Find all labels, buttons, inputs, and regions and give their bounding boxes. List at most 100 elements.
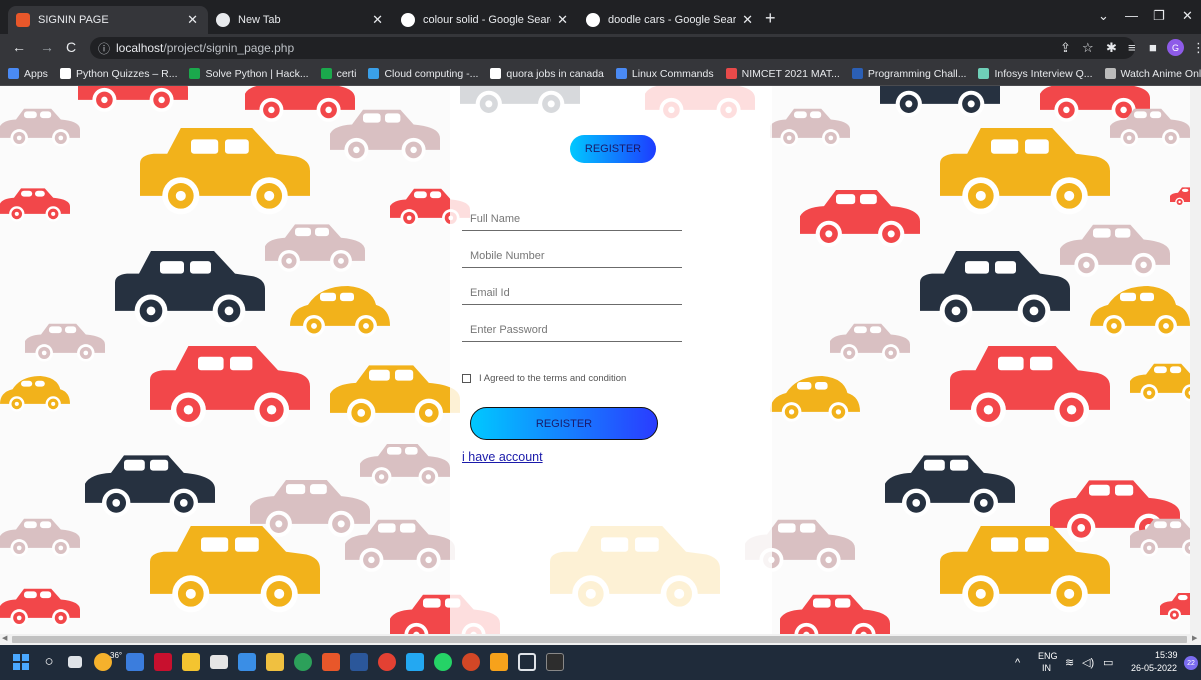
task-view-icon[interactable] <box>68 656 82 668</box>
full-name-input[interactable] <box>462 207 682 231</box>
register-tab-button[interactable]: REGISTER <box>570 135 656 163</box>
close-icon[interactable]: ✕ <box>742 12 753 28</box>
bookmark-item[interactable]: Cloud computing -... <box>368 68 478 80</box>
bookmark-label: Programming Chall... <box>867 67 967 80</box>
tab-title: doodle cars - Google Search <box>608 14 737 26</box>
info-icon[interactable]: ⓘ <box>98 40 110 57</box>
close-icon[interactable]: ✕ <box>187 12 198 28</box>
bookmark-item[interactable]: NIMCET 2021 MAT... <box>725 68 840 80</box>
email-input[interactable] <box>462 281 682 305</box>
minimize-icon[interactable]: — <box>1125 8 1138 23</box>
powerpoint-icon[interactable] <box>462 653 480 671</box>
car-illustration <box>920 251 1070 328</box>
password-input[interactable] <box>462 318 682 342</box>
profile-avatar[interactable]: G <box>1167 39 1184 56</box>
back-icon[interactable]: ← <box>12 39 26 55</box>
car-illustration <box>885 455 1015 518</box>
bookmark-item[interactable]: Linux Commands <box>615 68 714 80</box>
car-illustration <box>330 365 460 428</box>
wifi-icon[interactable]: ≋ <box>1065 656 1074 669</box>
bookmark-label: Apps <box>24 67 48 80</box>
word-icon[interactable] <box>350 653 368 671</box>
screen: SIGNIN PAGE ✕ New Tab ✕ colour solid - G… <box>0 0 1201 680</box>
tab-doodle-cars[interactable]: doodle cars - Google Search ✕ <box>578 6 763 34</box>
tray-chevron-icon[interactable]: ^ <box>1015 657 1020 669</box>
bookmark-favicon-icon <box>851 68 863 79</box>
bookmark-item[interactable]: Programming Chall... <box>851 67 967 80</box>
car-illustration <box>800 190 920 247</box>
car-illustration <box>0 518 80 557</box>
close-icon[interactable]: ✕ <box>557 12 568 28</box>
whatsapp-icon[interactable] <box>434 653 452 671</box>
share-icon[interactable]: ⇪ <box>1060 40 1071 56</box>
bookmark-label: Python Quizzes – R... <box>75 67 178 80</box>
folder-app-icon[interactable] <box>266 653 284 671</box>
xampp-icon[interactable] <box>322 653 340 671</box>
scroll-left-icon[interactable]: ◀ <box>2 634 7 642</box>
side-panel-icon[interactable]: ■ <box>1149 40 1157 55</box>
car-illustration <box>115 251 265 328</box>
car-illustration <box>150 346 310 428</box>
file-explorer-icon[interactable] <box>182 653 200 671</box>
scrollbar-thumb[interactable] <box>12 636 1187 643</box>
car-illustration <box>950 346 1110 428</box>
mcafee-icon[interactable] <box>154 653 172 671</box>
windows-start-icon[interactable] <box>12 653 30 671</box>
mail-icon[interactable] <box>210 655 228 669</box>
window-close-icon[interactable]: ✕ <box>1182 8 1193 24</box>
have-account-link[interactable]: i have account <box>462 450 543 464</box>
battery-icon[interactable]: ▭ <box>1103 656 1113 669</box>
register-button[interactable]: REGISTER <box>470 407 658 440</box>
terminal-icon[interactable] <box>546 653 564 671</box>
notepad-icon[interactable] <box>238 653 256 671</box>
scroll-right-icon[interactable]: ▶ <box>1192 634 1197 642</box>
clock-time[interactable]: 15:39 <box>1155 650 1178 660</box>
sublime-icon[interactable] <box>490 653 508 671</box>
tab-signin-page[interactable]: SIGNIN PAGE ✕ <box>8 6 208 34</box>
address-bar[interactable]: ⓘ localhost /project/signin_page.php <box>90 37 1135 59</box>
terms-row: I Agreed to the terms and condition <box>462 373 626 384</box>
reading-list-icon[interactable]: ≡ <box>1128 40 1136 55</box>
chrome-taskbar-icon[interactable] <box>378 653 396 671</box>
notification-badge[interactable]: 22 <box>1184 656 1198 670</box>
menu-icon[interactable]: ⋮ <box>1192 40 1201 56</box>
cube-app-icon[interactable] <box>518 653 536 671</box>
bookmark-item[interactable]: quora jobs in canada <box>490 68 604 80</box>
car-illustration <box>830 323 910 362</box>
car-illustration <box>1170 187 1190 207</box>
volume-icon[interactable]: ◁) <box>1082 656 1094 669</box>
bookmark-favicon-icon <box>59 68 71 79</box>
extensions-icon[interactable]: ✱ <box>1106 40 1117 56</box>
forward-icon[interactable]: → <box>40 39 54 55</box>
bookmark-item[interactable]: certi <box>320 68 356 80</box>
maximize-icon[interactable]: ❐ <box>1153 8 1165 24</box>
bookmark-item[interactable]: Apps <box>8 68 48 80</box>
tab-search-icon[interactable]: ⌄ <box>1098 8 1109 24</box>
globe-app-icon[interactable] <box>294 653 312 671</box>
reload-icon[interactable]: C <box>66 39 76 55</box>
bookmark-item[interactable]: Watch Anime Onlin... <box>1104 68 1201 80</box>
tab-title: SIGNIN PAGE <box>38 14 109 26</box>
region-label[interactable]: IN <box>1042 663 1051 673</box>
car-illustration <box>1060 224 1170 277</box>
vscode-icon[interactable] <box>406 653 424 671</box>
bookmark-item[interactable]: Infosys Interview Q... <box>978 68 1093 80</box>
bookmark-star-icon[interactable]: ☆ <box>1082 40 1094 56</box>
signin-page: REGISTER I Agreed to the terms and condi… <box>0 86 1190 634</box>
mobile-number-input[interactable] <box>462 244 682 268</box>
bookmark-item[interactable]: Solve Python | Hack... <box>189 67 309 80</box>
language-label[interactable]: ENG <box>1038 651 1058 661</box>
tab-new-tab[interactable]: New Tab ✕ <box>208 6 393 34</box>
horizontal-scrollbar[interactable]: ◀ ▶ <box>0 634 1201 645</box>
terms-checkbox[interactable] <box>462 374 471 383</box>
bookmark-label: Solve Python | Hack... <box>205 67 309 80</box>
app-l-icon[interactable] <box>126 653 144 671</box>
close-icon[interactable]: ✕ <box>372 12 383 28</box>
search-icon[interactable]: ○ <box>40 653 58 671</box>
google-icon <box>586 13 600 27</box>
register-form-panel <box>450 86 772 634</box>
tab-colour-solid[interactable]: colour solid - Google Search ✕ <box>393 6 578 34</box>
clock-date[interactable]: 26-05-2022 <box>1131 663 1177 673</box>
new-tab-icon[interactable]: + <box>765 9 776 27</box>
bookmark-item[interactable]: Python Quizzes – R... <box>59 67 178 80</box>
